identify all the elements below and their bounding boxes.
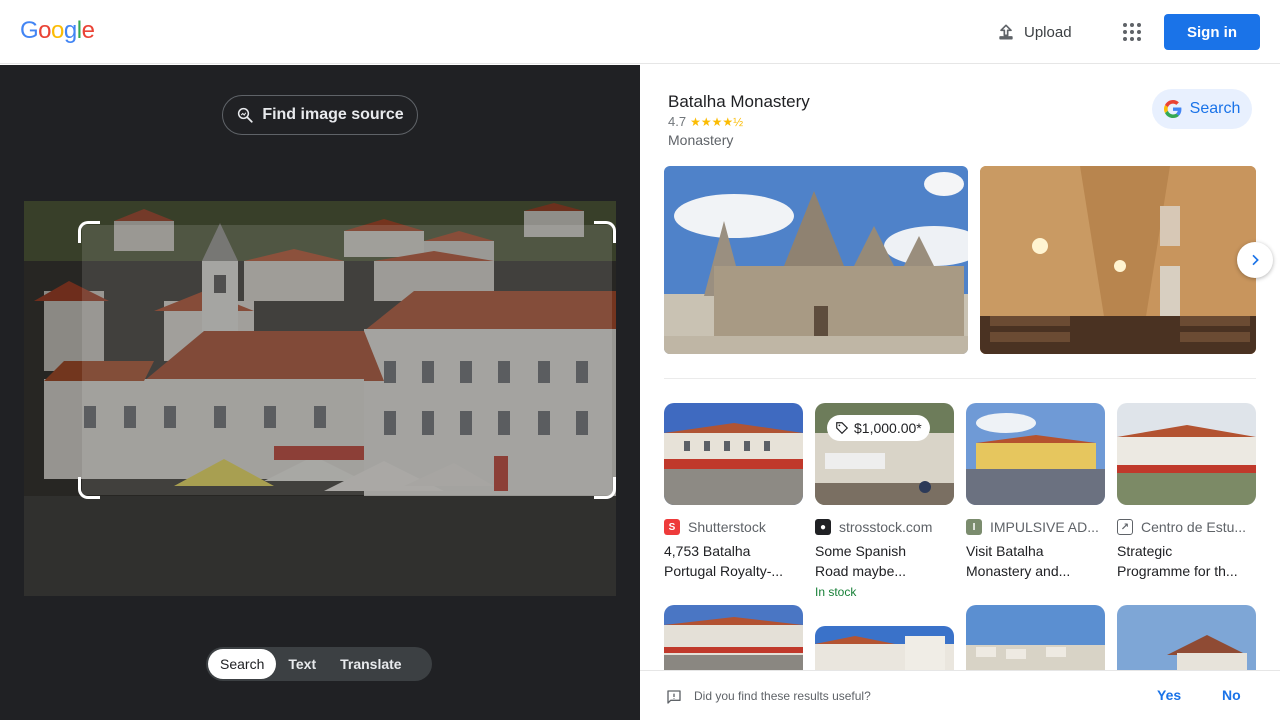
query-image-panel: Find image source Search Text Translate [0,65,640,720]
result-title[interactable]: 4,753 Batalha Portugal Royalty-... [664,541,803,581]
result-card[interactable]: $1,000.00* ● strosstock.com Some Spanish… [815,403,954,599]
upload-label: Upload [1024,23,1072,41]
result-thumbnail[interactable]: $1,000.00* [815,403,954,505]
query-image [24,201,616,596]
result-card[interactable]: I IMPULSIVE AD... Visit Batalha Monaster… [966,403,1105,581]
logo-letter: o [38,17,52,44]
feedback-no-button[interactable]: No [1222,687,1241,703]
result-source: Centro de Estu... [1141,519,1247,535]
impulsive-favicon-icon: I [966,519,982,535]
result-card[interactable]: ↗ Centro de Estu... Strategic Programme … [1117,403,1256,581]
result-thumbnail[interactable] [815,626,954,675]
knowledge-image-interior[interactable] [980,166,1256,354]
result-source: strosstock.com [839,519,933,535]
result-thumbnail[interactable] [966,605,1105,675]
feedback-question: Did you find these results useful? [694,689,871,703]
result-thumbnail[interactable] [1117,605,1256,675]
strosstock-favicon-icon: ● [815,519,831,535]
knowledge-panel-subtitle: Monastery [668,132,734,148]
tab-search[interactable]: Search [208,649,277,679]
result-thumbnail[interactable] [664,605,803,675]
result-title[interactable]: Visit Batalha Monastery and... [966,541,1105,581]
star-rating-icon: ★★★★½ [690,114,744,129]
result-thumbnail[interactable] [1117,403,1256,505]
sign-in-button[interactable]: Sign in [1164,14,1260,50]
result-title-line: Visit Batalha [966,543,1044,559]
shutterstock-favicon-icon: S [664,519,680,535]
price-value: $1,000.00* [854,420,922,436]
upload-icon [999,24,1013,40]
image-search-icon [238,107,253,123]
result-title-line: 4,753 Batalha [664,543,751,559]
result-source: Shutterstock [688,519,766,535]
result-thumbnail[interactable] [664,403,803,505]
price-tag-icon [836,422,849,435]
price-badge: $1,000.00* [827,415,930,441]
results-panel: Batalha Monastery 4.7 ★★★★½ Monastery Se… [640,65,1280,720]
result-title-line: Monastery and... [966,563,1071,579]
google-g-icon [1163,100,1182,118]
search-knowledge-label: Search [1189,100,1241,117]
feedback-bar: Did you find these results useful? Yes N… [640,670,1280,720]
feedback-icon [667,690,681,704]
result-title-line: Portugal Royalty-... [664,563,784,579]
divider [664,378,1256,379]
centro-favicon-icon: ↗ [1117,519,1133,535]
knowledge-panel-title[interactable]: Batalha Monastery [668,92,810,112]
result-title-line: Some Spanish [815,543,907,559]
result-thumbnail[interactable] [966,403,1105,505]
knowledge-image-exterior[interactable] [664,166,968,354]
crop-handle-top-right[interactable] [594,221,616,243]
mode-tabs: Search Text Translate [206,647,432,681]
crop-handle-bottom-right[interactable] [594,477,616,499]
logo-letter: e [81,17,95,44]
chevron-right-icon [1252,254,1259,266]
google-logo[interactable]: Google [20,17,95,45]
apps-grid-button[interactable] [1114,14,1150,50]
header: Google Upload Sign in [0,0,1280,64]
find-image-source-button[interactable]: Find image source [222,95,418,135]
logo-letter: g [63,17,77,44]
feedback-yes-button[interactable]: Yes [1157,687,1181,703]
result-card[interactable]: S Shutterstock 4,753 Batalha Portugal Ro… [664,403,803,581]
stock-status: In stock [815,585,857,599]
search-knowledge-button[interactable]: Search [1152,89,1252,129]
result-title[interactable]: Some Spanish Road maybe... [815,541,954,581]
apps-grid-icon [1123,23,1141,41]
rating-value: 4.7 [668,114,687,129]
logo-letter: G [20,17,39,44]
rating: 4.7 ★★★★½ [668,114,743,129]
find-image-source-label: Find image source [262,106,404,123]
result-source: IMPULSIVE AD... [990,519,1099,535]
next-images-button[interactable] [1237,242,1273,278]
result-title-line: Road maybe... [815,563,907,579]
result-title[interactable]: Strategic Programme for th... [1117,541,1256,581]
result-title-line: Strategic [1117,543,1173,559]
result-title-line: Programme for th... [1117,563,1238,579]
crop-handle-bottom-left[interactable] [78,477,100,499]
upload-button[interactable]: Upload [988,14,1080,50]
tab-text[interactable]: Text [276,649,328,679]
tab-translate[interactable]: Translate [328,649,413,679]
logo-letter: o [51,17,64,44]
crop-handle-top-left[interactable] [78,221,100,243]
